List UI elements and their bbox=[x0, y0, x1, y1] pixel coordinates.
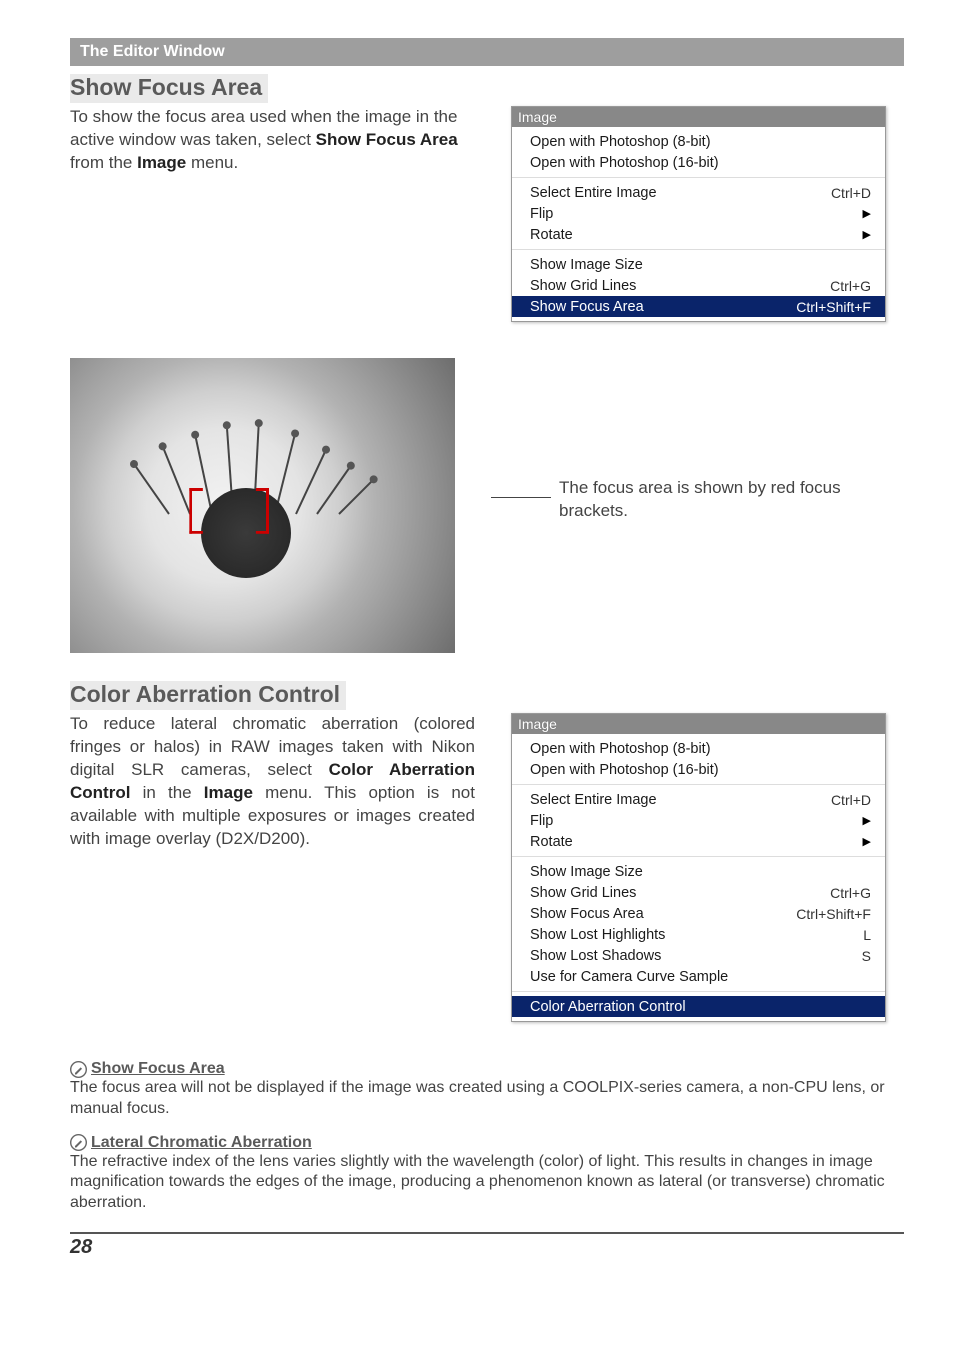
menu-group: Color Aberration Control bbox=[512, 992, 885, 1021]
menu-item-label: Open with Photoshop (16-bit) bbox=[530, 762, 871, 778]
menu-item-label: Show Lost Shadows bbox=[530, 948, 862, 964]
menu-item-label: Rotate bbox=[530, 227, 853, 243]
chevron-right-icon: ▶ bbox=[863, 228, 871, 241]
menu-item[interactable]: Show Image Size bbox=[512, 254, 885, 275]
menu-item-label: Flip bbox=[530, 206, 853, 222]
color-aberration-body: To reduce lateral chromatic aberration (… bbox=[70, 713, 475, 851]
menu-item[interactable]: Use for Camera Curve Sample bbox=[512, 966, 885, 987]
note-title-show-focus-area: Show Focus Area bbox=[70, 1060, 904, 1078]
show-focus-area-body: To show the focus area used when the ima… bbox=[70, 106, 475, 175]
pencil-icon bbox=[70, 1134, 87, 1151]
menu-item-label: Select Entire Image bbox=[530, 185, 831, 201]
chevron-right-icon: ▶ bbox=[863, 835, 871, 848]
note-title-2-text: Lateral Chromatic Aberration bbox=[91, 1134, 312, 1152]
focus-area-photo-block: The focus area is shown by red focus bra… bbox=[70, 358, 904, 653]
menu-item-shortcut: Ctrl+G bbox=[830, 278, 871, 294]
notes-section: Show Focus Area The focus area will not … bbox=[70, 1060, 904, 1214]
page-footer: 28 bbox=[70, 1232, 904, 1259]
menu-item-label: Show Image Size bbox=[530, 864, 871, 880]
menu-title: Image bbox=[512, 714, 885, 734]
section-title-color-aberration: Color Aberration Control bbox=[70, 681, 346, 710]
menu-group: Show Image SizeShow Grid LinesCtrl+GShow… bbox=[512, 250, 885, 321]
menu-item-label: Show Image Size bbox=[530, 257, 871, 273]
chevron-right-icon: ▶ bbox=[863, 814, 871, 827]
image-menu-2: ImageOpen with Photoshop (8-bit)Open wit… bbox=[511, 713, 886, 1022]
menu-item[interactable]: Open with Photoshop (16-bit) bbox=[512, 152, 885, 173]
image-menu-1: ImageOpen with Photoshop (8-bit)Open wit… bbox=[511, 106, 886, 322]
pencil-icon bbox=[70, 1061, 87, 1078]
menu-item[interactable]: Rotate ▶ bbox=[512, 224, 885, 245]
menu-item[interactable]: Show Image Size bbox=[512, 861, 885, 882]
menu-item-shortcut: S bbox=[862, 948, 871, 964]
menu-item[interactable]: Show Grid LinesCtrl+G bbox=[512, 882, 885, 903]
menu-item[interactable]: Open with Photoshop (8-bit) bbox=[512, 131, 885, 152]
menu-item[interactable]: Show Focus AreaCtrl+Shift+F bbox=[512, 903, 885, 924]
editor-window-header: The Editor Window bbox=[70, 38, 904, 66]
menu-item[interactable]: Show Lost HighlightsL bbox=[512, 924, 885, 945]
menu-item[interactable]: Select Entire ImageCtrl+D bbox=[512, 789, 885, 810]
note-title-1-text: Show Focus Area bbox=[91, 1060, 225, 1078]
menu-item[interactable]: Show Focus AreaCtrl+Shift+F bbox=[512, 296, 885, 317]
menu-item-shortcut: Ctrl+D bbox=[831, 185, 871, 201]
note-body-1: The focus area will not be displayed if … bbox=[70, 1078, 904, 1120]
focus-area-caption: The focus area is shown by red focus bra… bbox=[559, 477, 849, 523]
menu-group: Select Entire ImageCtrl+D Flip ▶ Rotate ▶ bbox=[512, 785, 885, 857]
menu-group: Show Image SizeShow Grid LinesCtrl+GShow… bbox=[512, 857, 885, 992]
menu-item-shortcut: Ctrl+G bbox=[830, 885, 871, 901]
menu-item-label: Select Entire Image bbox=[530, 792, 831, 808]
menu-item-label: Show Focus Area bbox=[530, 299, 796, 315]
menu-item-label: Color Aberration Control bbox=[530, 999, 871, 1015]
menu-item[interactable]: Color Aberration Control bbox=[512, 996, 885, 1017]
color-aberration-section: Color Aberration Control To reduce later… bbox=[70, 681, 904, 1022]
menu-item[interactable]: Open with Photoshop (16-bit) bbox=[512, 759, 885, 780]
menu-item[interactable]: Open with Photoshop (8-bit) bbox=[512, 738, 885, 759]
menu-item-shortcut: Ctrl+D bbox=[831, 792, 871, 808]
flower-center bbox=[201, 488, 291, 578]
menu-item-label: Open with Photoshop (8-bit) bbox=[530, 134, 871, 150]
menu-item-label: Show Focus Area bbox=[530, 906, 796, 922]
menu-item-label: Open with Photoshop (16-bit) bbox=[530, 155, 871, 171]
caption-leader-line bbox=[491, 497, 551, 498]
menu-item-shortcut: Ctrl+Shift+F bbox=[796, 299, 871, 315]
menu-item[interactable]: Select Entire ImageCtrl+D bbox=[512, 182, 885, 203]
menu-item-label: Show Grid Lines bbox=[530, 885, 830, 901]
menu-item-label: Show Grid Lines bbox=[530, 278, 830, 294]
menu-item[interactable]: Show Lost ShadowsS bbox=[512, 945, 885, 966]
chevron-right-icon: ▶ bbox=[863, 207, 871, 220]
menu-item-shortcut: Ctrl+Shift+F bbox=[796, 906, 871, 922]
menu-item-label: Open with Photoshop (8-bit) bbox=[530, 741, 871, 757]
menu-group: Open with Photoshop (8-bit) Open with Pho… bbox=[512, 127, 885, 178]
menu-group: Open with Photoshop (8-bit) Open with Pho… bbox=[512, 734, 885, 785]
menu-item-label: Rotate bbox=[530, 834, 853, 850]
menu-item[interactable]: Flip ▶ bbox=[512, 810, 885, 831]
menu-item-shortcut: L bbox=[863, 927, 871, 943]
menu-group: Select Entire ImageCtrl+D Flip ▶ Rotate ▶ bbox=[512, 178, 885, 250]
note-title-lateral-chromatic: Lateral Chromatic Aberration bbox=[70, 1134, 904, 1152]
menu-item[interactable]: Flip ▶ bbox=[512, 203, 885, 224]
menu-item-label: Use for Camera Curve Sample bbox=[530, 969, 871, 985]
menu-title: Image bbox=[512, 107, 885, 127]
show-focus-area-section: Show Focus Area To show the focus area u… bbox=[70, 74, 904, 322]
menu-item[interactable]: Show Grid LinesCtrl+G bbox=[512, 275, 885, 296]
note-body-2: The refractive index of the lens varies … bbox=[70, 1152, 904, 1214]
section-title-show-focus-area: Show Focus Area bbox=[70, 74, 268, 103]
menu-item[interactable]: Rotate ▶ bbox=[512, 831, 885, 852]
menu-item-label: Show Lost Highlights bbox=[530, 927, 863, 943]
menu-item-label: Flip bbox=[530, 813, 853, 829]
page-number: 28 bbox=[70, 1236, 92, 1258]
flower-photo bbox=[70, 358, 455, 653]
